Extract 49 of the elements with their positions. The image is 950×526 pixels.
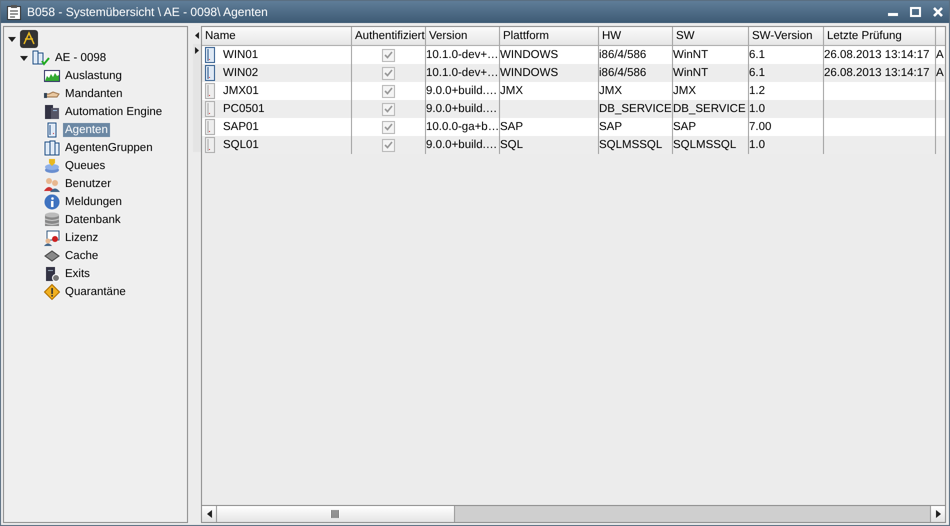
window-title: B058 - Systemübersicht \ AE - 0098\ Agenten — [27, 5, 269, 19]
expand-toggle[interactable] — [7, 34, 17, 44]
tree-item[interactable]: Auslastung — [63, 69, 124, 83]
tree-item[interactable]: Meldungen — [63, 195, 124, 209]
tree-item[interactable]: Cache — [63, 249, 100, 263]
tree-item[interactable]: Lizenz — [63, 231, 100, 245]
scroll-thumb[interactable] — [217, 506, 455, 522]
left-arrow-icon[interactable] — [206, 510, 212, 518]
scroll-left-button[interactable] — [202, 506, 217, 522]
server-icon — [44, 104, 60, 120]
horizontal-scrollbar[interactable] — [201, 506, 946, 523]
column-header[interactable]: Letzte Prüfung — [824, 27, 936, 45]
clipboard-icon — [7, 4, 21, 20]
database-icon — [44, 212, 60, 228]
scroll-right-button[interactable] — [930, 506, 945, 522]
column-header[interactable]: Plattform — [500, 27, 599, 45]
certificate-icon — [44, 230, 60, 246]
tree-item[interactable]: AE - 0098 — [53, 51, 108, 65]
column-header[interactable]: Name — [202, 27, 352, 45]
tree-item[interactable]: AgentenGruppen — [63, 141, 155, 155]
warning-icon — [44, 284, 60, 300]
server-exit-icon — [44, 266, 60, 282]
emblem-icon — [20, 30, 38, 48]
tree-item[interactable]: Exits — [63, 267, 92, 281]
tree-item[interactable]: Benutzer — [63, 177, 114, 191]
towers-check-icon — [32, 50, 50, 66]
chart-icon — [44, 68, 60, 84]
row-header[interactable] — [193, 44, 201, 62]
info-icon — [44, 194, 60, 210]
right-arrow-icon[interactable] — [936, 510, 940, 518]
close-icon[interactable] — [933, 7, 943, 17]
column-header[interactable]: SW — [673, 27, 749, 45]
stack-icon — [44, 158, 60, 174]
maximize-icon[interactable] — [910, 7, 921, 17]
tree-item[interactable]: Queues — [63, 159, 108, 173]
expand-toggle[interactable] — [19, 53, 29, 63]
current-row-icon — [195, 47, 199, 54]
tree-item[interactable]: Automation Engine — [63, 105, 164, 119]
tree-item[interactable]: Datenbank — [63, 213, 123, 227]
towers-icon — [44, 140, 60, 156]
tree-item[interactable]: Agenten — [63, 123, 110, 137]
tree-item[interactable]: Mandanten — [63, 87, 125, 101]
users-icon — [44, 176, 60, 192]
column-header[interactable]: HW — [599, 27, 673, 45]
column-header[interactable]: Authentifiziert — [352, 27, 426, 45]
scroll-left-icon[interactable] — [195, 32, 199, 38]
column-header[interactable]: SW-Version — [749, 27, 824, 45]
tree-item[interactable]: Quarantäne — [63, 285, 128, 299]
column-header[interactable]: Version — [426, 27, 500, 45]
